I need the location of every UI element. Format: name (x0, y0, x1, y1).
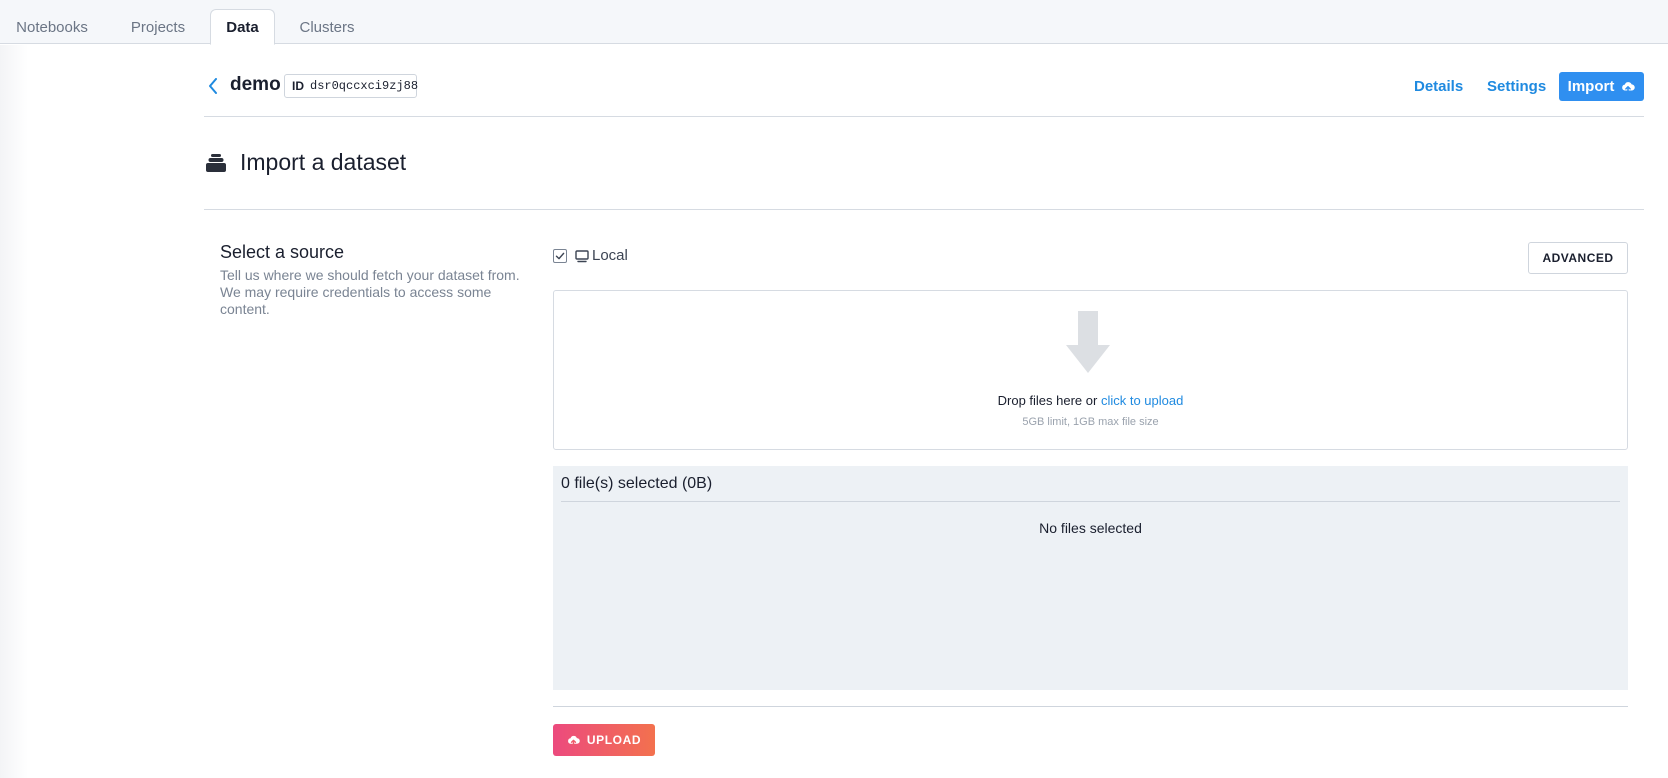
back-button[interactable] (205, 76, 221, 96)
tab-notebooks[interactable]: Notebooks (0, 9, 104, 45)
cloud-upload-icon (567, 735, 580, 747)
title-divider (204, 209, 1644, 210)
source-section-title: Select a source (220, 242, 345, 262)
left-gutter (0, 45, 28, 778)
files-divider (561, 501, 1620, 502)
id-label: ID (292, 79, 304, 93)
click-to-upload-link[interactable]: click to upload (1101, 393, 1183, 408)
import-button[interactable]: Import (1559, 72, 1644, 101)
details-link[interactable]: Details (1414, 78, 1463, 95)
dataset-id-badge[interactable]: ID dsr0qccxci9zj88 (284, 74, 419, 98)
database-icon (206, 154, 226, 172)
import-label: Import (1567, 78, 1615, 95)
dataset-name: demo (230, 74, 281, 95)
chevron-left-icon (209, 78, 217, 94)
dropzone-instructions: Drop files here or click to upload (554, 393, 1627, 408)
advanced-button[interactable]: ADVANCED (1528, 242, 1628, 274)
id-value: dsr0qccxci9zj88 (310, 79, 419, 93)
header-divider (204, 116, 1644, 117)
no-files-message: No files selected (1039, 520, 1142, 536)
arrow-down-icon (1066, 311, 1110, 373)
tab-projects[interactable]: Projects (112, 9, 204, 45)
upload-limit-text: 5GB limit, 1GB max file size (1022, 416, 1159, 428)
file-dropzone[interactable]: Drop files here or click to upload 5GB l… (553, 290, 1628, 450)
selected-files-count: 0 file(s) selected (0B) (561, 475, 713, 492)
monitor-icon (575, 250, 589, 263)
upload-button[interactable]: UPLOAD (553, 724, 655, 756)
tab-clusters[interactable]: Clusters (284, 9, 370, 45)
local-source-label[interactable]: Local (592, 247, 628, 264)
upload-label: UPLOAD (586, 733, 642, 747)
cloud-upload-icon (1622, 81, 1636, 94)
local-source-checkbox[interactable] (553, 249, 567, 263)
source-section-description: Tell us where we should fetch your datas… (220, 267, 520, 317)
checkmark-icon (555, 252, 565, 260)
settings-link[interactable]: Settings (1487, 78, 1546, 95)
dropzone-text: Drop files here or (997, 393, 1098, 408)
top-tab-bar: Notebooks Projects Data Clusters (0, 0, 1668, 45)
footer-divider (553, 706, 1628, 707)
tab-data[interactable]: Data (210, 9, 275, 45)
selected-files-panel: 0 file(s) selected (0B) No files selecte… (553, 466, 1628, 690)
page-title: Import a dataset (240, 149, 407, 175)
